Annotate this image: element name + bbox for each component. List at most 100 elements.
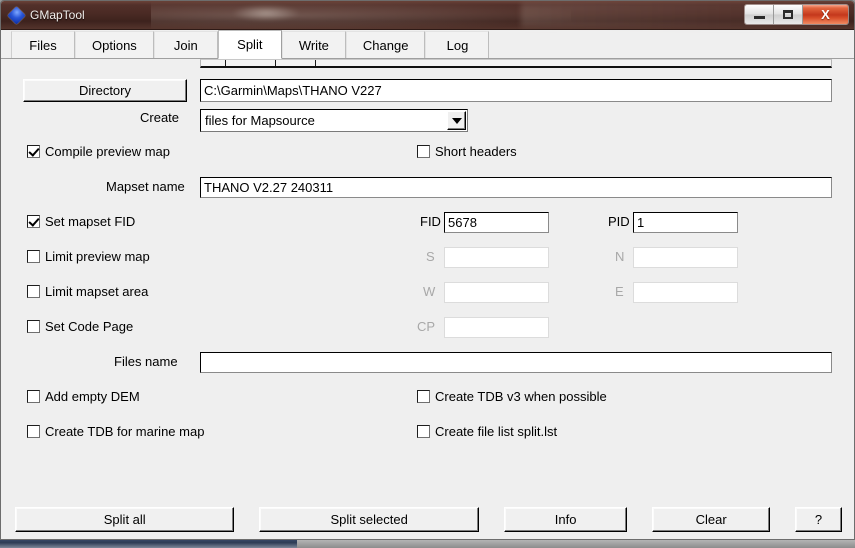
checkbox-icon-checked: [27, 145, 40, 158]
directory-button[interactable]: Directory: [23, 79, 187, 102]
short-headers-checkbox[interactable]: Short headers: [417, 144, 517, 159]
chevron-down-glyph: [451, 117, 462, 124]
code-page-label-row: CP: [417, 319, 435, 334]
south-input: [444, 247, 549, 268]
north-label-row: N: [615, 249, 624, 264]
chevron-down-icon[interactable]: [447, 111, 466, 130]
mapset-name-label-row: Mapset name: [106, 179, 185, 194]
maximize-button[interactable]: [774, 5, 803, 24]
tab-join[interactable]: Join: [153, 31, 218, 58]
tab-bar: Files Options Join Split Write Change Lo…: [1, 30, 854, 59]
create-file-list-checkbox[interactable]: Create file list split.lst: [417, 424, 557, 439]
checkbox-icon-unchecked: [417, 390, 430, 403]
clear-button[interactable]: Clear: [652, 506, 770, 532]
files-name-row: [200, 352, 832, 373]
tab-files[interactable]: Files: [11, 31, 75, 58]
south-label-row: S: [426, 249, 435, 264]
pid-field-row: 1: [633, 212, 738, 233]
maximize-icon: [783, 10, 793, 19]
limit-preview-map-checkbox[interactable]: Limit preview map: [27, 249, 150, 264]
checkbox-icon-unchecked: [27, 425, 40, 438]
create-file-list-label: Create file list split.lst: [435, 424, 558, 439]
checkbox-icon-checked: [27, 215, 40, 228]
mapset-name-label: Mapset name: [106, 179, 185, 194]
limit-preview-map-label: Limit preview map: [45, 249, 150, 264]
titlebar-glass-highlight: [151, 2, 571, 29]
help-button[interactable]: ?: [794, 506, 842, 532]
east-label-row: E: [615, 284, 624, 299]
window-title: GMapTool: [30, 8, 85, 22]
add-empty-dem-checkbox[interactable]: Add empty DEM: [27, 389, 140, 404]
clipped-segment-1: [201, 60, 226, 66]
pid-label: PID: [608, 214, 630, 229]
pid-input[interactable]: 1: [633, 212, 738, 233]
west-input: [444, 282, 549, 303]
create-label: Create: [140, 110, 180, 125]
checkbox-icon-unchecked: [27, 250, 40, 263]
set-code-page-checkbox[interactable]: Set Code Page: [27, 319, 133, 334]
files-name-input[interactable]: [200, 352, 832, 373]
diamond-icon: [7, 5, 26, 25]
fid-label-row: FID: [420, 214, 441, 229]
set-mapset-fid-label: Set mapset FID: [45, 214, 136, 229]
titlebar-glass-highlight-2: [231, 5, 301, 21]
create-dropdown-value: files for Mapsource: [205, 113, 315, 128]
code-page-field-row: [444, 317, 549, 338]
tab-split[interactable]: Split: [217, 30, 282, 59]
north-field-row: [633, 247, 738, 268]
clipped-segment-2: [226, 60, 276, 66]
split-all-button[interactable]: Split all: [15, 506, 235, 532]
close-button[interactable]: X: [803, 5, 848, 24]
info-button[interactable]: Info: [503, 506, 628, 532]
checkbox-icon-unchecked: [27, 285, 40, 298]
clipped-toolbar-remnant: [200, 59, 832, 68]
directory-row: Directory: [23, 79, 187, 102]
directory-path-row: C:\Garmin\Maps\THANO V227: [200, 79, 832, 102]
minimize-icon: [753, 16, 765, 19]
tab-options[interactable]: Options: [75, 31, 154, 58]
tab-log[interactable]: Log: [425, 31, 490, 58]
minimize-button[interactable]: [745, 5, 774, 24]
directory-path-input[interactable]: C:\Garmin\Maps\THANO V227: [200, 79, 832, 102]
code-page-label: CP: [417, 319, 436, 334]
tab-write[interactable]: Write: [281, 31, 346, 58]
create-combo-row: files for Mapsource: [200, 109, 468, 132]
create-row: Create: [140, 110, 179, 125]
create-tdb-v3-checkbox[interactable]: Create TDB v3 when possible: [417, 389, 607, 404]
split-tab-panel: Directory C:\Garmin\Maps\THANO V227 Crea…: [1, 59, 854, 539]
mapset-name-input[interactable]: THANO V2.27 240311: [200, 177, 832, 198]
fid-label: FID: [420, 214, 441, 229]
short-headers-label: Short headers: [435, 144, 517, 159]
code-page-input: [444, 317, 549, 338]
taskbar[interactable]: [0, 539, 855, 548]
split-selected-button[interactable]: Split selected: [259, 506, 479, 532]
checkbox-icon-unchecked: [27, 390, 40, 403]
fid-input[interactable]: 5678: [444, 212, 549, 233]
north-label: N: [615, 249, 625, 264]
compile-preview-map-checkbox[interactable]: Compile preview map: [27, 144, 170, 159]
set-code-page-label: Set Code Page: [45, 319, 134, 334]
create-tdb-marine-label: Create TDB for marine map: [45, 424, 205, 439]
checkbox-icon-unchecked: [27, 320, 40, 333]
fid-field-row: 5678: [444, 212, 549, 233]
add-empty-dem-label: Add empty DEM: [45, 389, 140, 404]
east-label: E: [615, 284, 624, 299]
tab-change[interactable]: Change: [345, 31, 426, 58]
pid-label-row: PID: [608, 214, 630, 229]
create-tdb-v3-label: Create TDB v3 when possible: [435, 389, 607, 404]
title-bar[interactable]: GMapTool X: [1, 1, 854, 30]
limit-mapset-area-checkbox[interactable]: Limit mapset area: [27, 284, 148, 299]
clipped-segment-3: [276, 60, 316, 66]
create-dropdown[interactable]: files for Mapsource: [200, 109, 468, 132]
action-button-bar: Split all Split selected Info Clear ?: [1, 498, 854, 539]
files-name-label-row: Files name: [114, 354, 178, 369]
taskbar-sheen: [297, 539, 855, 548]
west-label: W: [423, 284, 436, 299]
south-label: S: [426, 249, 435, 264]
south-field-row: [444, 247, 549, 268]
west-field-row: [444, 282, 549, 303]
application-window: GMapTool X Files Options Join Split Writ…: [0, 0, 855, 540]
checkbox-icon-unchecked: [417, 145, 430, 158]
create-tdb-marine-checkbox[interactable]: Create TDB for marine map: [27, 424, 204, 439]
set-mapset-fid-checkbox[interactable]: Set mapset FID: [27, 214, 135, 229]
